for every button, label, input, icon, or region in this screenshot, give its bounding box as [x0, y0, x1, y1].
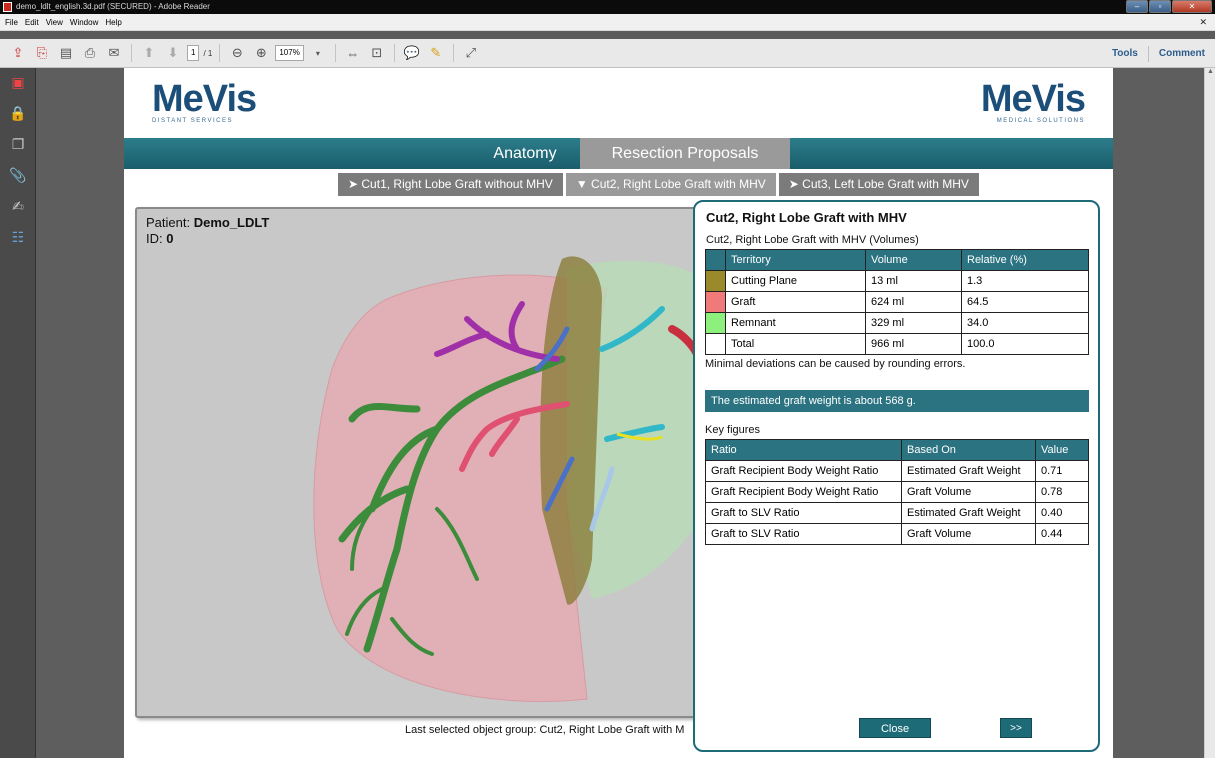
- collaborate-icon[interactable]: ⎘: [32, 43, 52, 63]
- toolbar-divider: [219, 44, 221, 62]
- subtab-cut1[interactable]: ➤ Cut1, Right Lobe Graft without MHV: [338, 173, 563, 196]
- page-total: / 1: [203, 48, 213, 58]
- menu-file[interactable]: File: [5, 14, 18, 30]
- menu-window[interactable]: Window: [70, 14, 98, 30]
- vertical-scrollbar[interactable]: ▲: [1204, 68, 1215, 758]
- resection-info-popup: Cut2, Right Lobe Graft with MHV Cut2, Ri…: [693, 200, 1100, 752]
- close-document-icon[interactable]: ✕: [1199, 14, 1207, 31]
- estimated-graft-weight: The estimated graft weight is about 568 …: [705, 390, 1089, 412]
- toolbar: ⇪ ⎘ ▤ ⎙ ✉ ⬆ ⬇ 1 / 1 ⊖ ⊕ 107% ▾ ⇔ ⊡ 💬 ✎ ⤢…: [0, 39, 1215, 68]
- zoom-in-icon[interactable]: ⊕: [251, 43, 271, 63]
- table-row: Graft Recipient Body Weight Ratio Estima…: [705, 460, 1089, 482]
- title-bar: demo_ldlt_english.3d.pdf (SECURED) - Ado…: [0, 0, 1215, 14]
- last-selected-object-group: Last selected object group: Cut2, Right …: [405, 724, 685, 736]
- model-tree-icon[interactable]: ☷: [8, 229, 28, 249]
- close-button[interactable]: Close: [859, 718, 931, 738]
- table-row: Cutting Plane 13 ml 1.3: [705, 270, 1089, 292]
- adobe-reader-icon: [3, 2, 12, 12]
- table-header-row: Territory Volume Relative (%): [705, 249, 1089, 271]
- close-window-button[interactable]: ✕: [1172, 0, 1212, 13]
- signature-icon[interactable]: ✍: [8, 198, 28, 218]
- minimize-button[interactable]: –: [1126, 0, 1148, 13]
- menu-bar: File Edit View Window Help ✕: [0, 14, 1215, 31]
- navigation-pane: ▣ 🔒 ❐ 📎 ✍ ☷: [0, 68, 36, 758]
- column-header: Territory: [725, 249, 866, 271]
- email-icon[interactable]: ✉: [104, 43, 124, 63]
- next-page-icon[interactable]: ⬇: [163, 43, 183, 63]
- menu-view[interactable]: View: [46, 14, 63, 30]
- page-number-input[interactable]: 1: [187, 45, 200, 61]
- toolbar-divider: [334, 44, 336, 62]
- comment-button[interactable]: Comment: [1149, 48, 1215, 59]
- column-header: Ratio: [705, 439, 902, 461]
- sticky-note-icon[interactable]: 💬: [402, 43, 422, 63]
- toolbar-divider: [131, 44, 132, 62]
- table-row: Total 966 ml 100.0: [705, 333, 1089, 355]
- 3d-liver-viewer[interactable]: Patient: Demo_LDLT ID: 0: [135, 207, 705, 718]
- maximize-button[interactable]: ▫: [1149, 0, 1171, 13]
- table-row: Graft to SLV Ratio Estimated Graft Weigh…: [705, 502, 1089, 524]
- column-header: Value: [1035, 439, 1089, 461]
- volumes-caption: Cut2, Right Lobe Graft with MHV (Volumes…: [706, 234, 919, 246]
- liver-3d-model[interactable]: [137, 209, 705, 718]
- window-title: demo_ldlt_english.3d.pdf (SECURED) - Ado…: [16, 2, 210, 11]
- table-row: Graft Recipient Body Weight Ratio Graft …: [705, 481, 1089, 503]
- table-row: Graft to SLV Ratio Graft Volume 0.44: [705, 523, 1089, 545]
- lock-icon[interactable]: 🔒: [8, 105, 28, 125]
- fit-width-icon[interactable]: ⇔: [343, 43, 363, 63]
- column-header: Based On: [901, 439, 1036, 461]
- save-icon[interactable]: ▤: [56, 43, 76, 63]
- table-header-row: Ratio Based On Value: [705, 439, 1089, 461]
- zoom-level-select[interactable]: 107%: [275, 45, 304, 61]
- menu-help[interactable]: Help: [105, 14, 121, 30]
- subtab-bar: ➤ Cut1, Right Lobe Graft without MHV ▼ C…: [338, 173, 979, 196]
- print-icon[interactable]: ⎙: [80, 43, 100, 63]
- fullscreen-icon[interactable]: ⤢: [461, 43, 481, 63]
- tab-anatomy[interactable]: Anatomy: [470, 138, 580, 169]
- subtab-cut2[interactable]: ▼ Cut2, Right Lobe Graft with MHV: [565, 173, 776, 196]
- highlight-icon[interactable]: ✎: [426, 43, 446, 63]
- popup-title: Cut2, Right Lobe Graft with MHV: [706, 210, 907, 225]
- zoom-out-icon[interactable]: ⊖: [227, 43, 247, 63]
- next-page-button[interactable]: >>: [1000, 718, 1032, 738]
- tools-button[interactable]: Tools: [1102, 48, 1148, 59]
- tab-resection-proposals[interactable]: Resection Proposals: [580, 138, 790, 169]
- mevis-distant-services-logo: MeVis DISTANT SERVICES: [152, 78, 257, 124]
- column-header: Relative (%): [961, 249, 1089, 271]
- key-figures-label: Key figures: [705, 424, 761, 436]
- previous-page-icon[interactable]: ⬆: [139, 43, 159, 63]
- pages-icon[interactable]: ❐: [8, 136, 28, 156]
- color-swatch: [705, 291, 726, 313]
- scroll-up-icon[interactable]: ▲: [1205, 68, 1215, 79]
- create-pdf-icon[interactable]: ⇪: [8, 43, 28, 63]
- subtab-cut3[interactable]: ➤ Cut3, Left Lobe Graft with MHV: [778, 173, 979, 196]
- toolbar-divider: [452, 44, 454, 62]
- key-figures-table: Ratio Based On Value Graft Recipient Bod…: [705, 439, 1089, 545]
- volumes-table: Territory Volume Relative (%) Cutting Pl…: [705, 249, 1089, 355]
- toolbar-divider: [393, 44, 395, 62]
- rounding-note: Minimal deviations can be caused by roun…: [705, 358, 966, 370]
- fit-page-icon[interactable]: ⊡: [367, 43, 387, 63]
- pdf-icon[interactable]: ▣: [8, 74, 28, 94]
- chevron-down-icon[interactable]: ▾: [308, 43, 328, 63]
- attachment-icon[interactable]: 📎: [8, 167, 28, 187]
- color-swatch: [705, 333, 726, 355]
- table-row: Remnant 329 ml 34.0: [705, 312, 1089, 334]
- mevis-medical-solutions-logo: MeVis MEDICAL SOLUTIONS: [980, 78, 1086, 124]
- color-swatch: [705, 270, 726, 292]
- color-swatch: [705, 312, 726, 334]
- column-header: Volume: [865, 249, 962, 271]
- table-row: Graft 624 ml 64.5: [705, 291, 1089, 313]
- menu-edit[interactable]: Edit: [25, 14, 39, 30]
